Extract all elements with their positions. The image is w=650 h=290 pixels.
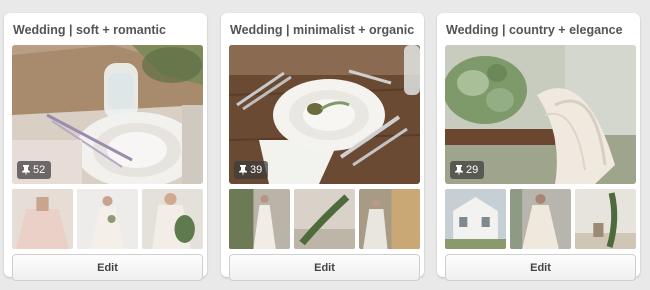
board-thumbnails — [12, 189, 203, 249]
board-title[interactable]: Wedding | country + elegance — [446, 23, 634, 37]
board-thumbnail[interactable] — [575, 189, 636, 249]
board-cover-image[interactable]: 29 — [445, 45, 636, 184]
board-title[interactable]: Wedding | soft + romantic — [13, 23, 201, 37]
board-thumbnail[interactable] — [77, 189, 138, 249]
board-card[interactable]: Wedding | minimalist + organic 39 Edit — [221, 13, 424, 281]
board-thumbnail[interactable] — [142, 189, 203, 249]
board-thumbnail[interactable] — [510, 189, 571, 249]
board-thumbnails — [229, 189, 420, 249]
pin-icon — [239, 164, 247, 176]
board-cover-image[interactable]: 39 — [229, 45, 420, 184]
pin-count: 29 — [466, 164, 479, 176]
board-title[interactable]: Wedding | minimalist + organic — [230, 23, 418, 37]
edit-board-button[interactable]: Edit — [445, 254, 636, 281]
board-thumbnails — [445, 189, 636, 249]
pin-icon — [455, 164, 463, 176]
pin-count-badge: 29 — [450, 161, 485, 179]
edit-board-button[interactable]: Edit — [229, 254, 420, 281]
board-card[interactable]: Wedding | soft + romantic 52 Edit — [4, 13, 207, 281]
pin-count-badge: 39 — [234, 161, 269, 179]
edit-board-button[interactable]: Edit — [12, 254, 203, 281]
board-thumbnail[interactable] — [294, 189, 355, 249]
board-thumbnail[interactable] — [445, 189, 506, 249]
board-card[interactable]: Wedding | country + elegance 29 Edit — [437, 13, 640, 281]
pin-count-badge: 52 — [17, 161, 52, 179]
pin-count: 39 — [250, 164, 263, 176]
board-thumbnail[interactable] — [12, 189, 73, 249]
pin-count: 52 — [33, 164, 46, 176]
pin-icon — [22, 164, 30, 176]
board-cover-image[interactable]: 52 — [12, 45, 203, 184]
board-thumbnail[interactable] — [359, 189, 420, 249]
board-thumbnail[interactable] — [229, 189, 290, 249]
